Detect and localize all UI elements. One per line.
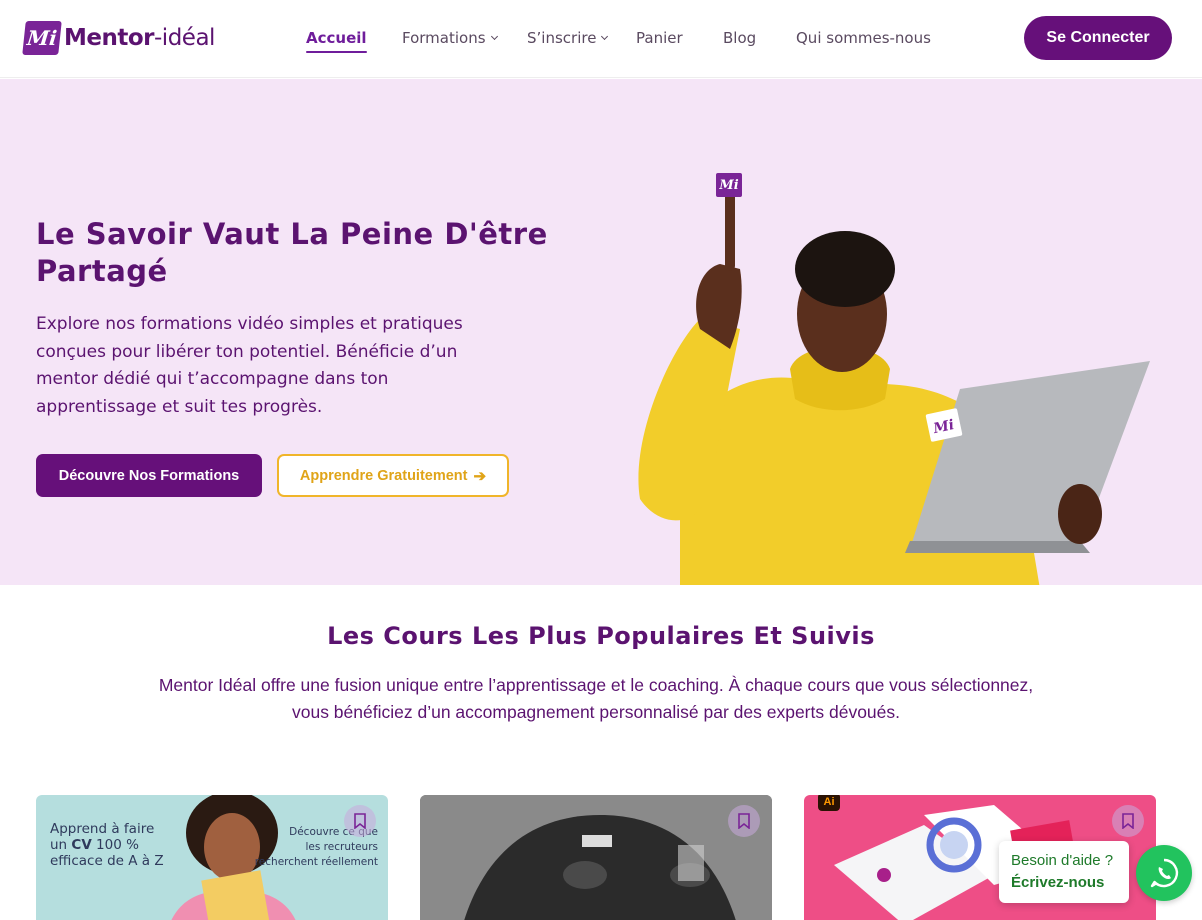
logo-text: Mentor-idéal	[64, 25, 215, 51]
help-action: Écrivez-nous	[1011, 874, 1105, 891]
nav-item-formations[interactable]: Formations	[402, 29, 498, 47]
nav-item-blog[interactable]: Blog	[723, 29, 756, 47]
login-button[interactable]: Se Connecter	[1024, 16, 1172, 60]
cv-line-2-pre: un	[50, 837, 72, 853]
help-bubble[interactable]: Besoin d'aide ? Écrivez-nous	[999, 841, 1129, 903]
arrow-right-icon: ➔	[473, 467, 487, 485]
cv-side-line-2: les recruteurs	[305, 841, 379, 853]
nav-item-panier[interactable]: Panier	[636, 29, 683, 47]
cv-line-3: efficace de A à Z	[50, 853, 164, 869]
cv-line-2-bold: CV	[71, 837, 92, 853]
logo-suffix: -idéal	[154, 25, 215, 51]
courses-subtitle: Mentor Idéal offre une fusion unique ent…	[158, 675, 1034, 722]
courses-title: Les Cours Les Plus Populaires Et Suivis	[327, 622, 875, 650]
nav-item-sinscrire[interactable]: S’inscrire	[527, 29, 609, 47]
nav-label: Qui sommes-nous	[796, 29, 931, 47]
whatsapp-icon	[1150, 858, 1179, 888]
cv-line-2: un CV 100 %	[50, 837, 164, 853]
chevron-down-icon	[601, 32, 609, 41]
logo-mark: Mi	[22, 21, 62, 55]
site-header: Mi Mentor-idéal Accueil Formations S’ins…	[0, 0, 1202, 78]
nav-label: Blog	[723, 29, 757, 47]
help-question: Besoin d'aide ?	[1011, 852, 1114, 869]
bookmark-button[interactable]	[1112, 805, 1144, 837]
learn-free-label: Apprendre Gratuitement	[299, 467, 468, 484]
whatsapp-button[interactable]	[1136, 845, 1192, 901]
bookmark-icon	[1122, 813, 1134, 829]
woman-with-laptop-image: Mi	[638, 191, 1150, 585]
nav-item-qui-sommes-nous[interactable]: Qui sommes-nous	[796, 29, 931, 47]
nav-label: Accueil	[306, 29, 367, 47]
cv-side-line-3: recherchent réellement	[254, 856, 378, 868]
bookmark-icon	[738, 813, 750, 829]
course-card-cv[interactable]: Apprend à faire un CV 100 % efficace de …	[36, 795, 388, 920]
hero-title: Le Savoir Vaut La Peine D'être Partagé	[36, 217, 548, 288]
illustrator-badge: Ai	[818, 795, 840, 811]
cv-line-1: Apprend à faire	[50, 821, 155, 837]
course-card-2[interactable]	[420, 795, 772, 920]
chevron-down-icon	[490, 32, 498, 41]
discover-courses-label: Découvre Nos Formations	[58, 467, 240, 484]
hero-text: Explore nos formations vidéo simples et …	[36, 314, 463, 417]
course-image-2	[420, 795, 772, 920]
nav-label: Panier	[636, 29, 683, 47]
nav-label: Formations	[402, 29, 486, 47]
cv-line-2-post: 100 %	[91, 837, 139, 853]
course-card-cv-text: Apprend à faire un CV 100 % efficace de …	[50, 821, 164, 869]
hero-section: Le Savoir Vaut La Peine D'être Partagé E…	[0, 79, 1202, 585]
discover-courses-button[interactable]: Découvre Nos Formations	[36, 454, 262, 497]
learn-free-button[interactable]: Apprendre Gratuitement ➔	[277, 454, 509, 497]
logo[interactable]: Mi Mentor-idéal	[22, 20, 215, 56]
bookmark-icon	[354, 813, 366, 829]
nav-label: S’inscrire	[527, 29, 597, 47]
hero-illustration: Mi Mi	[620, 169, 1180, 585]
bookmark-button[interactable]	[344, 805, 376, 837]
floating-logo-icon: Mi	[716, 173, 742, 197]
nav-item-accueil[interactable]: Accueil	[306, 29, 367, 53]
logo-name: Mentor	[64, 25, 155, 51]
bookmark-button[interactable]	[728, 805, 760, 837]
